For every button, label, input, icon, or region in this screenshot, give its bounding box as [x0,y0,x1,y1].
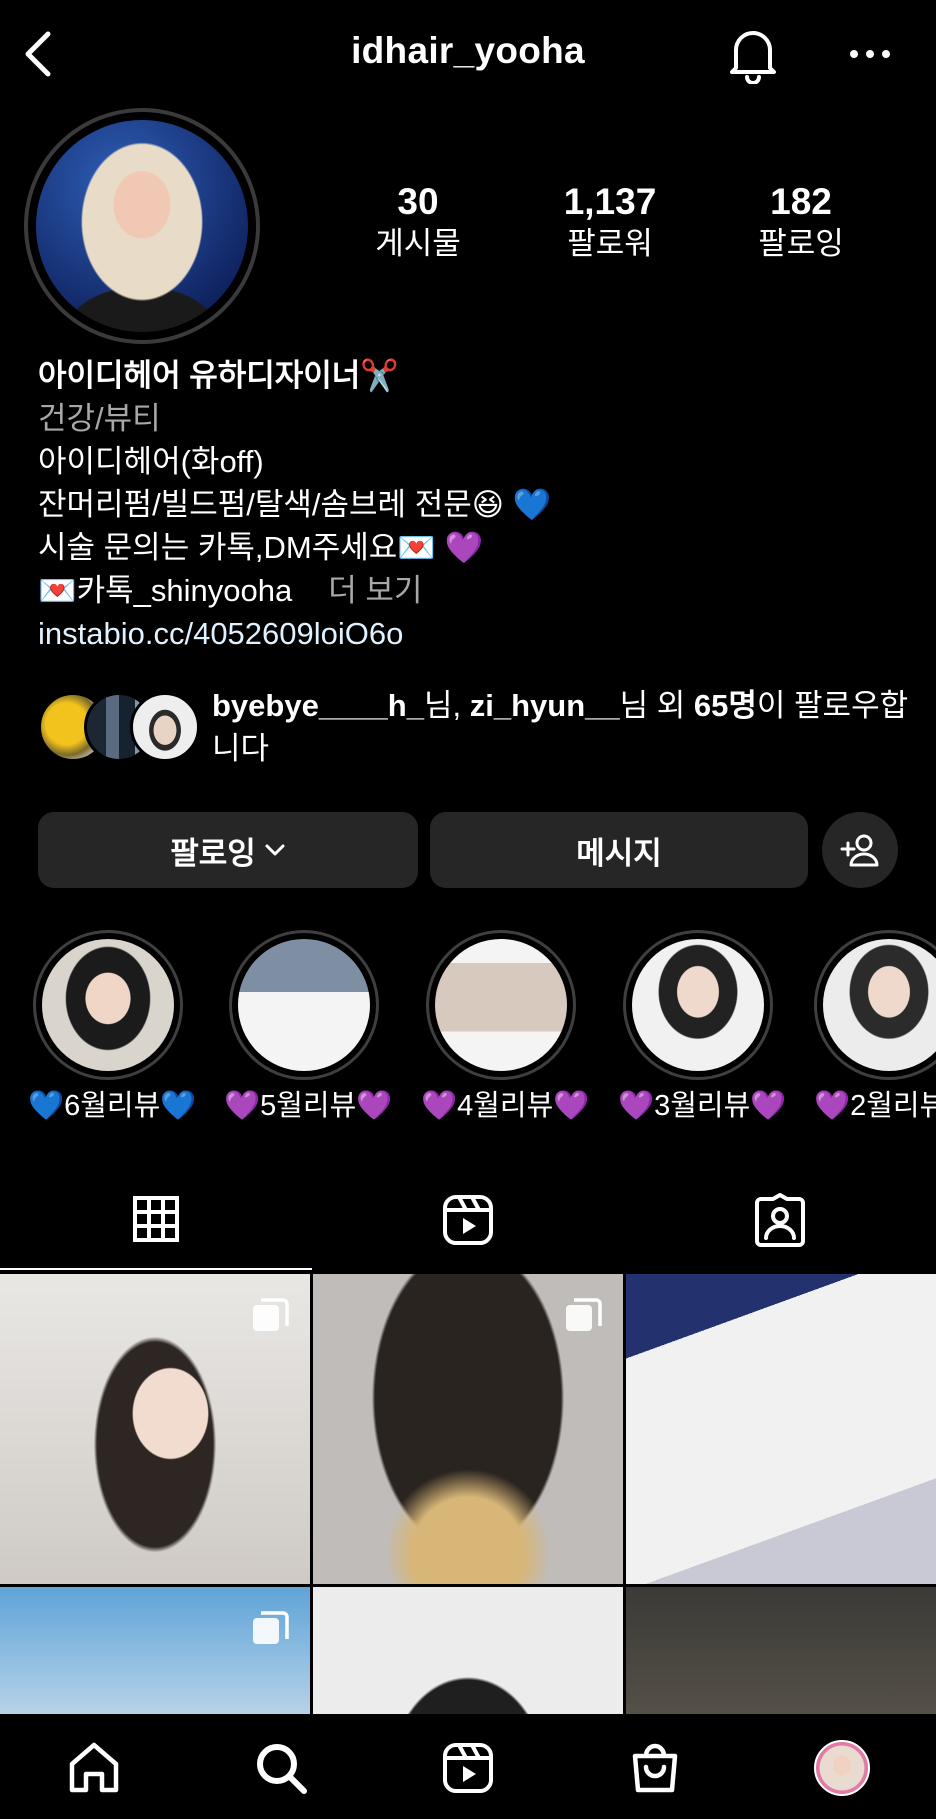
following-button-label: 팔로잉 [170,835,256,871]
tagged-icon [755,1193,805,1247]
search-icon [257,1744,307,1794]
see-more-link[interactable]: 더 보기 [328,573,422,608]
nav-shop[interactable] [623,1736,687,1800]
top-bar: idhair_yooha [0,0,936,110]
followed-by-row[interactable]: byebye____h_님, zi_hyun__님 외 65명이 팔로우합니다 [38,684,908,774]
story-highlight[interactable]: 💜3월리뷰💜 [618,930,787,1126]
highlight-cover [435,939,567,1071]
add-person-icon [840,834,879,867]
stat-label: 팔로잉 [758,226,844,261]
post-thumbnail[interactable] [0,1587,310,1714]
tab-reels[interactable] [312,1170,624,1270]
story-highlight[interactable]: 💜5월리뷰💜 [224,930,393,1126]
multiple-posts-icon [253,1611,289,1644]
highlight-cover [238,939,370,1071]
highlight-cover [823,939,936,1071]
highlight-ring [426,930,576,1080]
bio-line-with-more: 💌카톡_shinyooha 더 보기 [38,569,908,612]
post-thumbnail[interactable] [313,1274,623,1584]
message-button-label: 메시지 [576,835,662,871]
nav-reels[interactable] [436,1736,500,1800]
highlight-ring [33,930,183,1080]
shopping-bag-icon [632,1743,678,1793]
highlight-cover [632,939,764,1071]
avatar [36,120,248,332]
highlight-label: 💜2월리뷰 [814,1090,936,1122]
posts-count[interactable]: 30 게시물 [338,180,498,264]
reels-icon [443,1743,493,1793]
bio-link[interactable]: instabio.cc/4052609loiO6o [38,612,908,655]
stat-value: 30 [397,181,439,222]
post-thumbnail[interactable] [0,1274,310,1584]
story-highlight[interactable]: 💜4월리뷰💜 [421,930,590,1126]
followed-by-text: byebye____h_님, zi_hyun__님 외 65명이 팔로우합니다 [212,684,912,770]
profile-bio: 아이디헤어 유하디자이너✂️ 건강/뷰티 아이디헤어(화off) 잔머리펌/빌드… [38,354,908,655]
nav-profile[interactable] [810,1736,874,1800]
profile-tabs [0,1170,936,1270]
highlight-ring [814,930,936,1080]
more-options-button[interactable] [846,40,894,68]
nav-search[interactable] [249,1736,313,1800]
profile-category: 건강/뷰티 [38,401,161,436]
reels-icon [443,1195,493,1245]
message-button[interactable]: 메시지 [430,812,808,888]
bell-icon [730,31,776,85]
highlight-cover [42,939,174,1071]
highlight-label: 💜5월리뷰💜 [224,1090,393,1122]
nav-home[interactable] [62,1736,126,1800]
story-highlight[interactable]: 💜2월리뷰 [814,930,936,1126]
notifications-button[interactable] [726,26,780,85]
multiple-posts-icon [253,1298,289,1331]
suggested-users-button[interactable] [822,812,898,888]
tab-tagged[interactable] [624,1170,936,1270]
display-name: 아이디헤어 유하디자이너✂️ [38,358,399,393]
tab-posts[interactable] [0,1170,312,1270]
follower-username: zi_hyun__ [469,688,620,723]
story-highlight[interactable]: 💙6월리뷰💙 [28,930,197,1126]
following-count[interactable]: 182 팔로잉 [721,180,881,264]
bio-line: 시술 문의는 카톡,DM주세요💌 💜 [38,530,484,565]
following-button[interactable]: 팔로잉 [38,812,418,888]
bio-line: 잔머리펌/빌드펌/탈색/솜브레 전문😆 💙 [38,487,552,522]
posts-grid [0,1274,936,1714]
separator-text: 님, [423,688,470,723]
profile-username: idhair_yooha [351,30,585,71]
highlight-label: 💙6월리뷰💙 [28,1090,197,1122]
stat-value: 1,137 [563,181,657,222]
profile-avatar[interactable] [24,108,260,344]
separator-text: 님 외 [619,688,694,723]
multiple-posts-icon [566,1298,602,1331]
highlight-label: 💜3월리뷰💜 [618,1090,787,1122]
stat-value: 182 [770,181,832,222]
bottom-navigation [0,1714,936,1819]
highlight-label: 💜4월리뷰💜 [421,1090,590,1122]
grid-icon [133,1196,179,1242]
post-thumbnail[interactable] [626,1274,936,1584]
follower-username: byebye____h_ [212,688,424,723]
stat-label: 게시물 [375,226,461,261]
highlight-ring [229,930,379,1080]
avatar [814,1740,870,1796]
more-horizontal-icon [850,50,890,58]
home-icon [69,1742,119,1793]
post-thumbnail[interactable] [626,1587,936,1714]
avatar [130,692,200,762]
bio-line: 💌카톡_shinyooha [38,573,293,608]
bio-line: 아이디헤어(화off) [38,444,264,479]
post-thumbnail[interactable] [313,1587,623,1714]
stat-label: 팔로워 [567,226,653,261]
chevron-down-icon [265,844,285,856]
followers-count[interactable]: 1,137 팔로워 [530,180,690,264]
highlight-ring [623,930,773,1080]
follower-count: 65명 [693,688,757,723]
